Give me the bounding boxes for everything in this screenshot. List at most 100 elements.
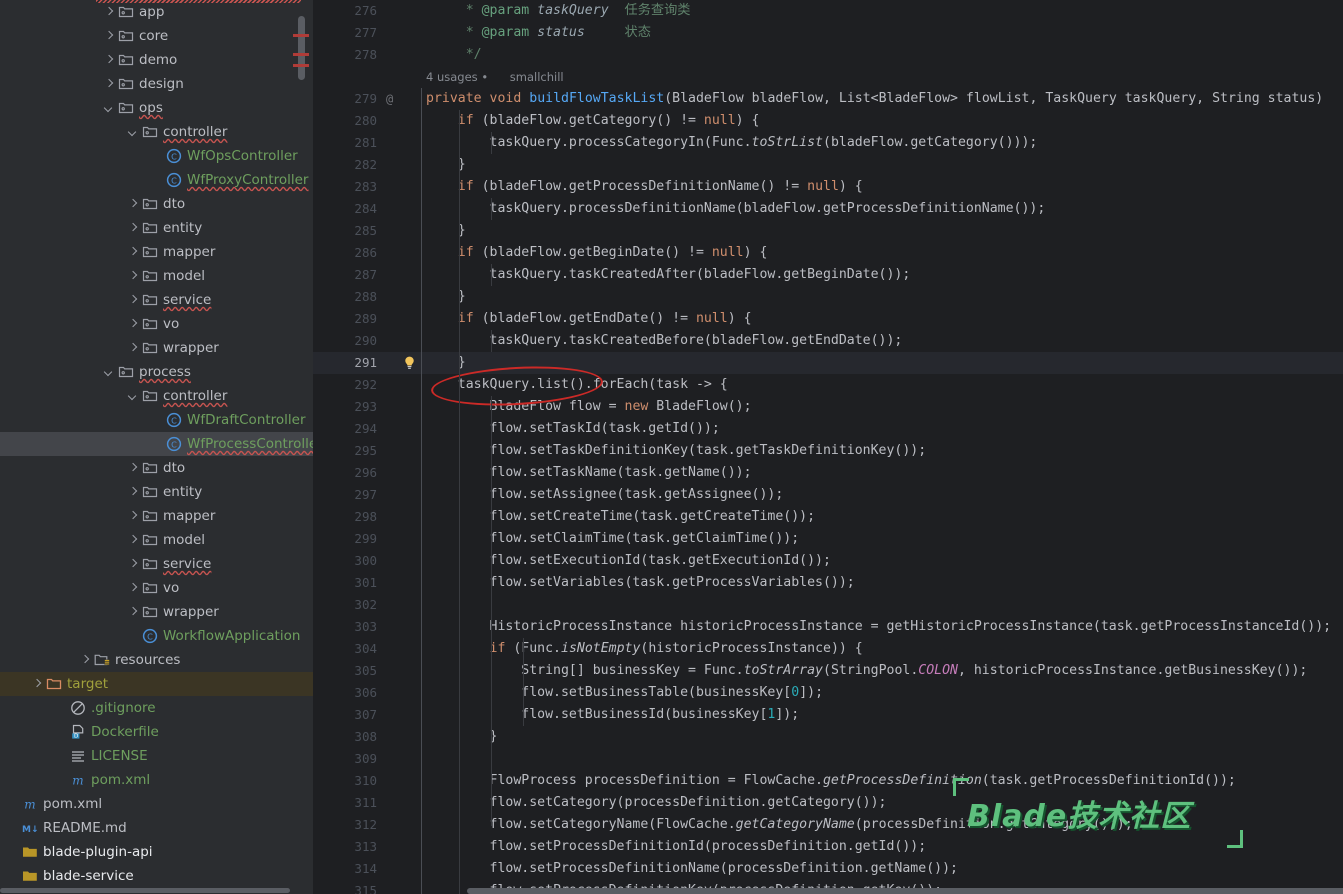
tree-item-dto[interactable]: dto bbox=[0, 192, 313, 216]
code-line[interactable]: 298 flow.setCreateTime(task.getCreateTim… bbox=[313, 506, 1343, 528]
chevron-down-icon[interactable] bbox=[128, 391, 139, 402]
code-line[interactable]: 285 } bbox=[313, 220, 1343, 242]
override-marker-icon[interactable]: @ bbox=[386, 88, 393, 110]
chevron-right-icon[interactable] bbox=[104, 31, 115, 42]
code-line[interactable]: 281 taskQuery.processCategoryIn(Func.toS… bbox=[313, 132, 1343, 154]
tree-item-wfdraftcontroller[interactable]: C WfDraftController bbox=[0, 408, 313, 432]
code-line[interactable]: 312 flow.setCategoryName(FlowCache.getCa… bbox=[313, 814, 1343, 836]
chevron-right-icon[interactable] bbox=[104, 79, 115, 90]
usages-hint[interactable]: 4 usages • smallchill bbox=[426, 66, 564, 88]
tree-item-target[interactable]: target bbox=[0, 672, 313, 696]
chevron-right-icon[interactable] bbox=[128, 295, 139, 306]
code-line[interactable]: 277 * @param status 状态 bbox=[313, 22, 1343, 44]
code-line[interactable]: 299 flow.setClaimTime(task.getClaimTime(… bbox=[313, 528, 1343, 550]
code-line[interactable]: 313 flow.setProcessDefinitionId(processD… bbox=[313, 836, 1343, 858]
tree-item-wrapper[interactable]: wrapper bbox=[0, 336, 313, 360]
tree-item-vo[interactable]: vo bbox=[0, 576, 313, 600]
code-line[interactable]: 296 flow.setTaskName(task.getName()); bbox=[313, 462, 1343, 484]
code-line[interactable]: 310 FlowProcess processDefinition = Flow… bbox=[313, 770, 1343, 792]
code-line[interactable]: 293 BladeFlow flow = new BladeFlow(); bbox=[313, 396, 1343, 418]
chevron-right-icon[interactable] bbox=[128, 223, 139, 234]
chevron-right-icon[interactable] bbox=[128, 271, 139, 282]
tree-item-controller[interactable]: controller bbox=[0, 120, 313, 144]
tree-vertical-scrollbar[interactable] bbox=[298, 16, 305, 80]
tree-horizontal-scrollbar[interactable] bbox=[0, 888, 290, 893]
chevron-down-icon[interactable] bbox=[104, 103, 115, 114]
code-line[interactable]: 287 taskQuery.taskCreatedAfter(bladeFlow… bbox=[313, 264, 1343, 286]
tree-item-workflowapplication[interactable]: C WorkflowApplication bbox=[0, 624, 313, 648]
chevron-right-icon[interactable] bbox=[128, 559, 139, 570]
code-line[interactable]: 276 * @param taskQuery 任务查询类 bbox=[313, 0, 1343, 22]
tree-item-demo[interactable]: demo bbox=[0, 48, 313, 72]
chevron-right-icon[interactable] bbox=[128, 583, 139, 594]
code-line[interactable]: 289 if (bladeFlow.getEndDate() != null) … bbox=[313, 308, 1343, 330]
tree-item-blade-service[interactable]: blade-service bbox=[0, 864, 313, 888]
tree-item-controller[interactable]: controller bbox=[0, 384, 313, 408]
code-line[interactable]: 306 flow.setBusinessTable(businessKey[0]… bbox=[313, 682, 1343, 704]
chevron-right-icon[interactable] bbox=[104, 7, 115, 18]
tree-item-core[interactable]: core bbox=[0, 24, 313, 48]
chevron-right-icon[interactable] bbox=[104, 55, 115, 66]
code-line[interactable]: 294 flow.setTaskId(task.getId()); bbox=[313, 418, 1343, 440]
code-line[interactable]: 278 */ bbox=[313, 44, 1343, 66]
tree-item-dockerfile[interactable]: D Dockerfile bbox=[0, 720, 313, 744]
code-line[interactable]: 292 taskQuery.list().forEach(task -> { bbox=[313, 374, 1343, 396]
tree-item-license[interactable]: LICENSE bbox=[0, 744, 313, 768]
editor-area[interactable]: 276 * @param taskQuery 任务查询类 277 * @param… bbox=[313, 0, 1343, 894]
tree-item-service[interactable]: service bbox=[0, 552, 313, 576]
usages-count[interactable]: 4 usages bbox=[426, 70, 478, 84]
tree-item-app[interactable]: app bbox=[0, 0, 313, 24]
tree-item-dto[interactable]: dto bbox=[0, 456, 313, 480]
code-line[interactable]: 290 taskQuery.taskCreatedBefore(bladeFlo… bbox=[313, 330, 1343, 352]
code-line[interactable]: 284 taskQuery.processDefinitionName(blad… bbox=[313, 198, 1343, 220]
code-line[interactable]: 314 flow.setProcessDefinitionName(proces… bbox=[313, 858, 1343, 880]
code-line[interactable]: 280 if (bladeFlow.getCategory() != null)… bbox=[313, 110, 1343, 132]
tree-item-pom-xml[interactable]: m pom.xml bbox=[0, 792, 313, 816]
intention-bulb-icon[interactable] bbox=[402, 355, 417, 371]
chevron-right-icon[interactable] bbox=[128, 607, 139, 618]
code-line[interactable]: 295 flow.setTaskDefinitionKey(task.getTa… bbox=[313, 440, 1343, 462]
tree-item-mapper[interactable]: mapper bbox=[0, 504, 313, 528]
tree-item-wfopscontroller[interactable]: C WfOpsController bbox=[0, 144, 313, 168]
code-line[interactable]: 283 if (bladeFlow.getProcessDefinitionNa… bbox=[313, 176, 1343, 198]
code-line[interactable]: 304 if (Func.isNotEmpty(historicProcessI… bbox=[313, 638, 1343, 660]
author-name[interactable]: smallchill bbox=[510, 70, 564, 84]
tree-item-resources[interactable]: resources bbox=[0, 648, 313, 672]
code-line[interactable]: 288 } bbox=[313, 286, 1343, 308]
tree-item-mapper[interactable]: mapper bbox=[0, 240, 313, 264]
tree-item-pom-xml[interactable]: m pom.xml bbox=[0, 768, 313, 792]
chevron-right-icon[interactable] bbox=[80, 655, 91, 666]
tree-item-vo[interactable]: vo bbox=[0, 312, 313, 336]
chevron-right-icon[interactable] bbox=[128, 535, 139, 546]
chevron-right-icon[interactable] bbox=[128, 463, 139, 474]
chevron-right-icon[interactable] bbox=[128, 511, 139, 522]
code-line[interactable]: 302 bbox=[313, 594, 1343, 616]
tree-item-entity[interactable]: entity bbox=[0, 480, 313, 504]
tree-error-marker[interactable] bbox=[293, 53, 309, 56]
code-line[interactable]: 308 } bbox=[313, 726, 1343, 748]
code-line[interactable]: 311 flow.setCategory(processDefinition.g… bbox=[313, 792, 1343, 814]
tree-item-ops[interactable]: ops bbox=[0, 96, 313, 120]
tree-item-readme-md[interactable]: M↓ README.md bbox=[0, 816, 313, 840]
project-tree-list[interactable]: app core demo design ops controller C WfOpsCont… bbox=[0, 0, 313, 888]
code-line[interactable]: 301 flow.setVariables(task.getProcessVar… bbox=[313, 572, 1343, 594]
code-line[interactable]: 303 HistoricProcessInstance historicProc… bbox=[313, 616, 1343, 638]
tree-item-service[interactable]: service bbox=[0, 288, 313, 312]
editor-horizontal-scrollbar[interactable] bbox=[467, 888, 1343, 894]
chevron-right-icon[interactable] bbox=[32, 679, 43, 690]
chevron-right-icon[interactable] bbox=[128, 319, 139, 330]
tree-item-blade-plugin-api[interactable]: blade-plugin-api bbox=[0, 840, 313, 864]
code-line[interactable]: 282 } bbox=[313, 154, 1343, 176]
code-line[interactable]: 297 flow.setAssignee(task.getAssignee())… bbox=[313, 484, 1343, 506]
chevron-right-icon[interactable] bbox=[128, 487, 139, 498]
code-line[interactable]: 300 flow.setExecutionId(task.getExecutio… bbox=[313, 550, 1343, 572]
code-line[interactable]: 291 } bbox=[313, 352, 1343, 374]
code-line[interactable]: 279 @ private void buildFlowTaskList(Blade… bbox=[313, 88, 1343, 110]
code-lines[interactable]: 276 * @param taskQuery 任务查询类 277 * @param… bbox=[313, 0, 1343, 894]
chevron-right-icon[interactable] bbox=[128, 199, 139, 210]
chevron-down-icon[interactable] bbox=[128, 127, 139, 138]
chevron-right-icon[interactable] bbox=[128, 247, 139, 258]
tree-item-design[interactable]: design bbox=[0, 72, 313, 96]
tree-item-wrapper[interactable]: wrapper bbox=[0, 600, 313, 624]
code-line[interactable]: 307 flow.setBusinessId(businessKey[1]); bbox=[313, 704, 1343, 726]
